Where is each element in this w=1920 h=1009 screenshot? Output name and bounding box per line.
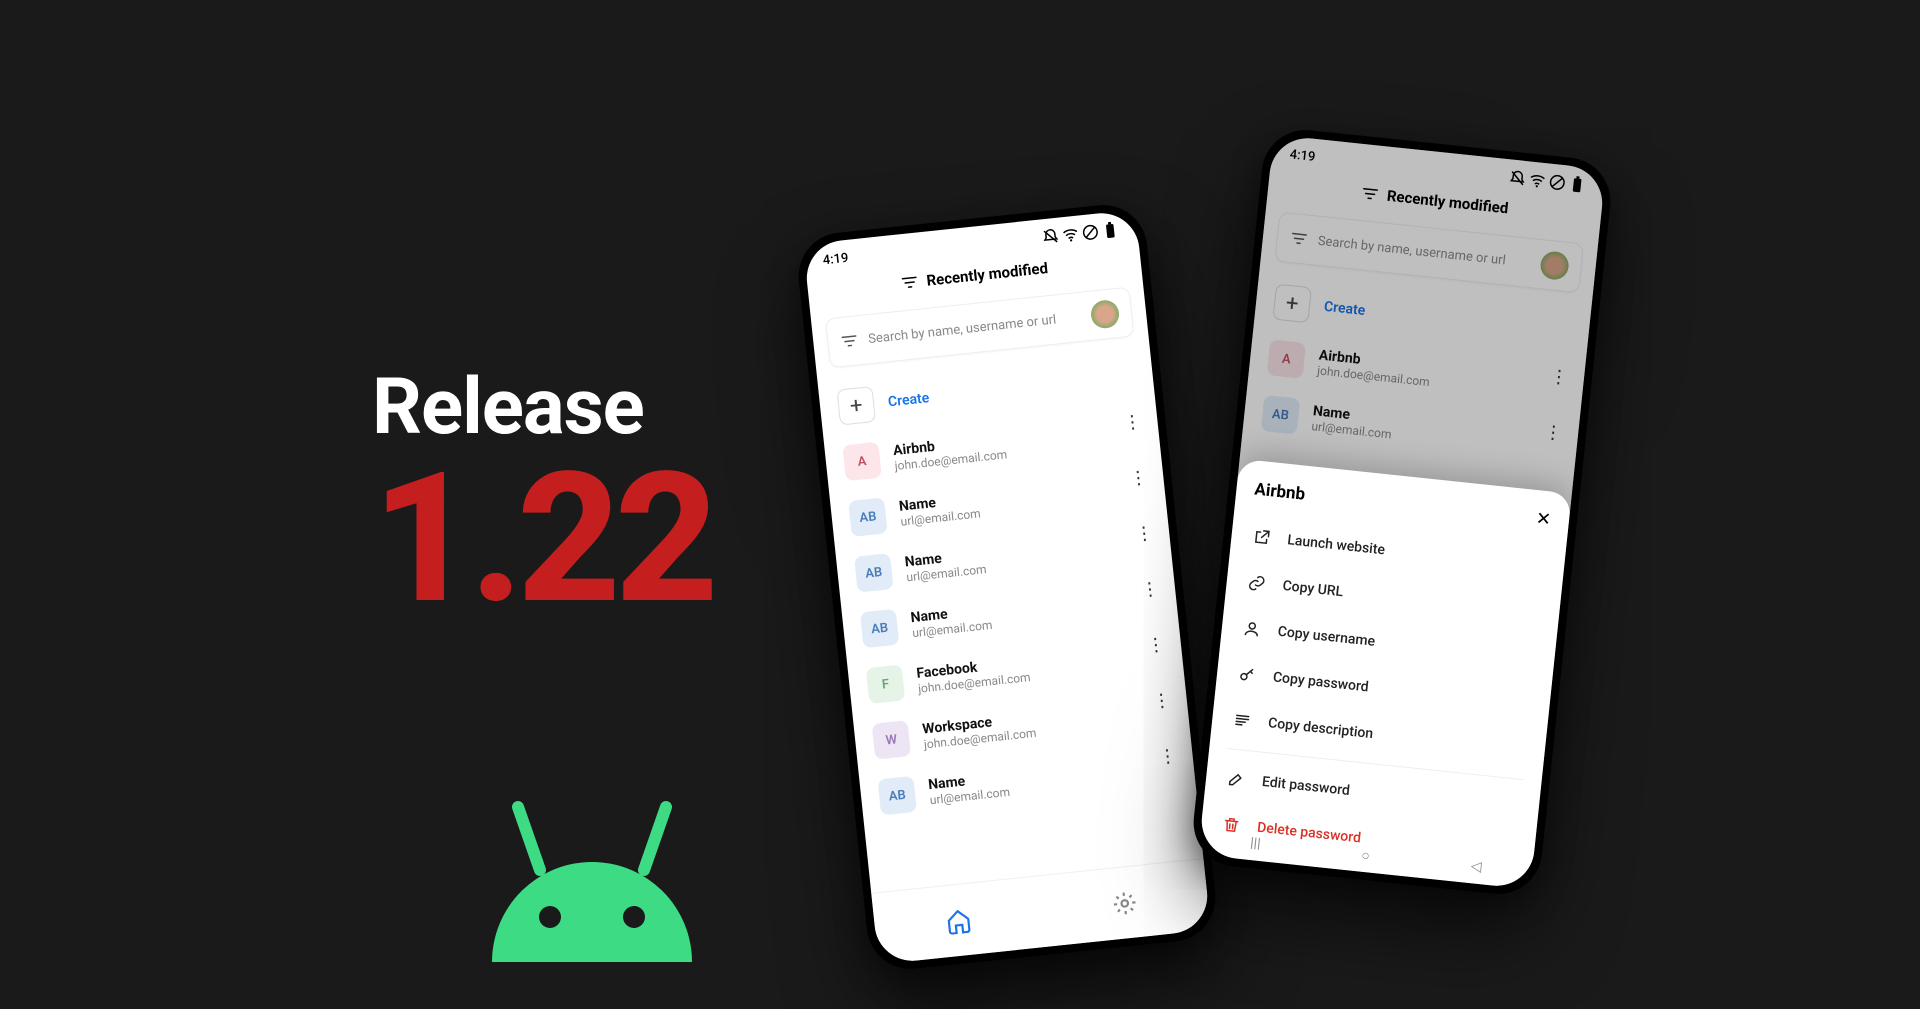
item-badge: AB xyxy=(854,553,894,593)
bottom-nav xyxy=(871,858,1211,965)
action-sheet: Airbnb ✕ Launch website Copy URL Copy us… xyxy=(1198,459,1572,890)
password-list: + Create A Airbnb john.doe@email.com ⋮ A… xyxy=(817,343,1196,827)
sheet-title: Airbnb xyxy=(1254,479,1307,504)
more-icon[interactable]: ⋮ xyxy=(1550,375,1566,381)
more-icon[interactable]: ⋮ xyxy=(1129,476,1145,482)
sort-icon xyxy=(900,273,920,293)
sort-label: Recently modified xyxy=(1386,187,1509,218)
status-time: 4:19 xyxy=(822,250,849,268)
item-badge: F xyxy=(866,664,906,704)
edit-icon xyxy=(1225,768,1247,790)
wifi-icon xyxy=(1528,170,1548,190)
filter-icon xyxy=(1289,229,1309,249)
plus-icon: + xyxy=(1272,284,1312,324)
item-badge: A xyxy=(842,442,882,482)
search-placeholder: Search by name, username or url xyxy=(868,309,1082,346)
more-icon[interactable]: ⋮ xyxy=(1135,532,1151,538)
home-icon[interactable]: ○ xyxy=(1361,847,1371,865)
android-icon xyxy=(462,762,722,962)
external-link-icon xyxy=(1251,526,1273,548)
recents-icon[interactable]: ||| xyxy=(1249,835,1261,853)
item-badge: AB xyxy=(848,497,888,537)
wifi-icon xyxy=(1061,225,1081,245)
sort-icon xyxy=(1360,184,1380,204)
link-icon xyxy=(1246,572,1268,594)
search-placeholder: Search by name, username or url xyxy=(1317,233,1531,270)
settings-icon[interactable] xyxy=(1110,889,1139,918)
text-icon xyxy=(1231,709,1253,731)
item-badge: AB xyxy=(860,609,900,649)
sort-label: Recently modified xyxy=(926,259,1049,290)
avatar[interactable] xyxy=(1539,250,1570,281)
key-icon xyxy=(1236,664,1258,686)
plus-icon: + xyxy=(836,386,876,426)
no-signal-icon xyxy=(1547,173,1567,193)
item-badge: AB xyxy=(877,776,917,816)
release-headline: Release 1.22 xyxy=(372,362,713,620)
battery-icon xyxy=(1567,175,1587,195)
action-label: Copy description xyxy=(1267,715,1374,742)
phone-detail-view: 4:19 Recently modified Search by name, u… xyxy=(1189,126,1614,899)
avatar[interactable] xyxy=(1090,299,1121,330)
back-icon[interactable]: ◁ xyxy=(1470,858,1482,876)
bell-off-icon xyxy=(1041,227,1061,247)
no-signal-icon xyxy=(1080,222,1100,242)
battery-icon xyxy=(1100,220,1120,240)
action-label: Copy username xyxy=(1277,624,1376,650)
item-badge: AB xyxy=(1261,395,1301,435)
action-label: Copy password xyxy=(1272,669,1369,695)
item-badge: W xyxy=(872,720,912,760)
status-time: 4:19 xyxy=(1289,147,1316,165)
more-icon[interactable]: ⋮ xyxy=(1123,420,1139,426)
item-badge: A xyxy=(1267,339,1307,379)
close-icon[interactable]: ✕ xyxy=(1535,508,1552,530)
more-icon[interactable]: ⋮ xyxy=(1159,754,1175,760)
more-icon[interactable]: ⋮ xyxy=(1153,699,1169,705)
create-label: Create xyxy=(887,390,930,410)
more-icon[interactable]: ⋮ xyxy=(1544,430,1560,436)
release-version: 1.22 xyxy=(372,458,713,620)
create-label: Create xyxy=(1323,299,1366,319)
more-icon[interactable]: ⋮ xyxy=(1141,587,1157,593)
user-icon xyxy=(1241,618,1263,640)
home-icon[interactable] xyxy=(944,906,973,935)
bell-off-icon xyxy=(1508,168,1528,188)
more-icon[interactable]: ⋮ xyxy=(1147,643,1163,649)
filter-icon xyxy=(840,331,860,351)
action-label: Launch website xyxy=(1287,532,1386,558)
phone-list-view: 4:19 Recently modified Search by name, u… xyxy=(794,201,1219,974)
password-list: + Create A Airbnb john.doe@email.com ⋮ A… xyxy=(1242,268,1592,474)
action-label: Copy URL xyxy=(1282,578,1344,600)
action-label: Edit password xyxy=(1261,774,1350,799)
